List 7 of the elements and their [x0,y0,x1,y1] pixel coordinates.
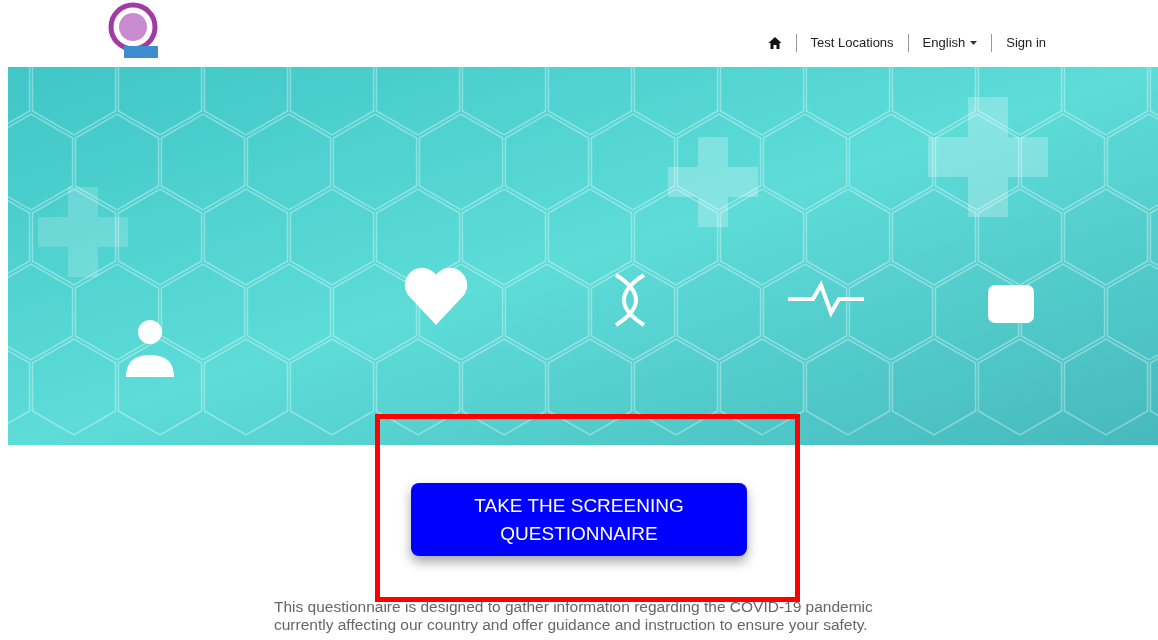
home-icon [767,35,782,50]
caret-icon [970,40,978,45]
nav-link[interactable]: Sign in [992,35,1060,50]
description-text: This questionnaire is designed to gather information regarding the COVID-19 pandemic currently affecting our country and offer guidance and instruction to ensure your safety. [274,598,874,634]
screening-questionnaire-button[interactable]: TAKE THE SCREENING QUESTIONNAIRE [411,483,747,556]
nav-link[interactable]: Test Locations [796,35,908,50]
language-dropdown[interactable]: English [908,35,992,50]
